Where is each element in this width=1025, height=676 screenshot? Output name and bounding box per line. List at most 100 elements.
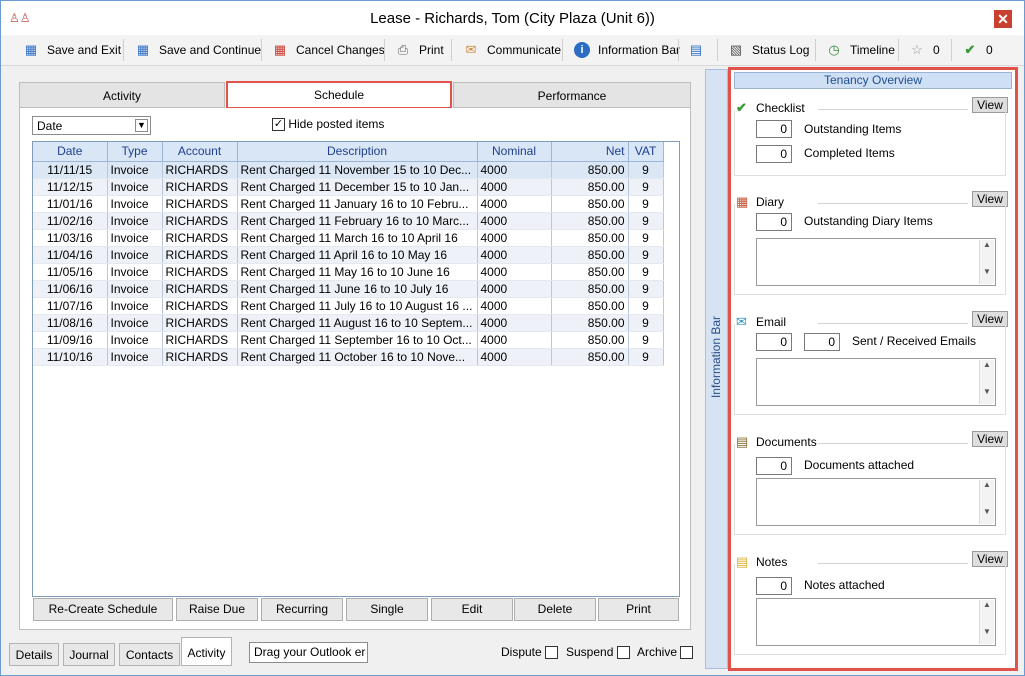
- checklist-frame: [734, 110, 1006, 176]
- table-cell: RICHARDS: [162, 195, 238, 213]
- dispute-checkbox[interactable]: [545, 646, 559, 660]
- window-title: Lease - Richards, Tom (City Plaza (Unit …: [370, 10, 655, 27]
- table-cell: 850.00: [551, 229, 629, 247]
- suspend-option[interactable]: Suspend: [566, 645, 630, 660]
- table-row[interactable]: 11/11/15 Invoice RICHARDS Rent Charged 11 N…: [33, 161, 664, 179]
- toolbar-separator: [261, 39, 262, 61]
- save-exit-button[interactable]: ▦ Save and Exit: [23, 35, 121, 65]
- table-row[interactable]: 11/03/16 Invoice RICHARDS Rent Charged 11 M…: [33, 229, 664, 247]
- tab-activity-bottom[interactable]: Activity: [181, 637, 232, 666]
- notes-frame: [734, 564, 1006, 655]
- tab-performance[interactable]: Performance: [453, 82, 691, 108]
- information-bar-vertical-label: Information Bar: [709, 315, 723, 399]
- tenancy-overview-panel: Tenancy Overview ✔ Checklist View 0 Outs…: [728, 67, 1018, 671]
- outlook-drop-field[interactable]: Drag your Outlook er: [249, 642, 368, 663]
- table-row[interactable]: 11/07/16 Invoice RICHARDS Rent Charged 11 J…: [33, 297, 664, 315]
- table-cell: 11/11/15: [33, 161, 108, 179]
- table-cell: RICHARDS: [162, 212, 238, 230]
- close-button[interactable]: ✕: [994, 10, 1012, 28]
- table-row[interactable]: 11/04/16 Invoice RICHARDS Rent Charged 11 A…: [33, 246, 664, 264]
- table-row[interactable]: 11/01/16 Invoice RICHARDS Rent Charged 11 J…: [33, 195, 664, 213]
- hide-posted-label: Hide posted items: [288, 117, 385, 131]
- table-cell: Rent Charged 11 September 16 to 10 Oct..…: [237, 331, 478, 349]
- tab-schedule[interactable]: Schedule: [226, 81, 452, 109]
- table-row[interactable]: 11/06/16 Invoice RICHARDS Rent Charged 11 J…: [33, 280, 664, 298]
- status-log-button[interactable]: ▧ Status Log: [728, 35, 810, 65]
- cancel-changes-button[interactable]: ▦ Cancel Changes: [272, 35, 385, 65]
- dispute-label: Dispute: [501, 645, 542, 659]
- single-button[interactable]: Single: [346, 598, 428, 621]
- archive-option[interactable]: Archive: [637, 645, 694, 660]
- email-section: ✉ Email View 0 0 Sent / Received Emails …: [734, 311, 1010, 415]
- table-cell: 11/01/16: [33, 195, 108, 213]
- tab-details[interactable]: Details: [9, 643, 59, 666]
- table-row[interactable]: 11/05/16 Invoice RICHARDS Rent Charged 11 M…: [33, 263, 664, 281]
- table-row[interactable]: 11/08/16 Invoice RICHARDS Rent Charged 11 A…: [33, 314, 664, 332]
- star-button[interactable]: ☆ 0: [909, 35, 940, 65]
- suspend-checkbox[interactable]: [616, 646, 630, 660]
- column-header[interactable]: Description: [237, 142, 478, 162]
- status-log-icon: ▧: [729, 42, 743, 57]
- check-count: 0: [986, 43, 993, 57]
- table-cell: 9: [628, 297, 664, 315]
- timeline-button[interactable]: ◷ Timeline: [826, 35, 895, 65]
- recurring-button[interactable]: Recurring: [261, 598, 343, 621]
- tab-contacts[interactable]: Contacts: [119, 643, 180, 666]
- table-cell: 9: [628, 212, 664, 230]
- recreate-schedule-button[interactable]: Re-Create Schedule: [33, 598, 173, 621]
- save-exit-label: Save and Exit: [47, 43, 122, 57]
- table-cell: 11/05/16: [33, 263, 108, 281]
- save-continue-button[interactable]: ▦ Save and Continue: [135, 35, 261, 65]
- info-document-button[interactable]: ▤: [688, 35, 712, 65]
- table-cell: 11/08/16: [33, 314, 108, 332]
- checkmark-icon: ✔: [964, 42, 976, 57]
- information-bar-toggle[interactable]: Information Bar: [705, 69, 728, 669]
- table-row[interactable]: 11/09/16 Invoice RICHARDS Rent Charged 11 S…: [33, 331, 664, 349]
- toolbar-separator: [678, 39, 679, 61]
- diary-frame: [734, 204, 1006, 295]
- print-button[interactable]: ⎙ Print: [395, 35, 444, 65]
- information-bar-button[interactable]: i Information Bar: [574, 35, 680, 65]
- table-cell: Invoice: [107, 314, 163, 332]
- table-cell: 4000: [477, 246, 552, 264]
- table-cell: 4000: [477, 297, 552, 315]
- table-cell: Rent Charged 11 December 15 to 10 Jan...: [237, 178, 478, 196]
- hide-posted-checkbox[interactable]: ✓: [272, 118, 285, 132]
- table-row[interactable]: 11/02/16 Invoice RICHARDS Rent Charged 11 F…: [33, 212, 664, 230]
- table-cell: RICHARDS: [162, 178, 238, 196]
- cancel-icon: ▦: [273, 42, 287, 57]
- table-cell: 11/04/16: [33, 246, 108, 264]
- sort-select-value: Date: [37, 119, 63, 133]
- column-header[interactable]: Account: [162, 142, 238, 162]
- save-icon: ▦: [24, 42, 38, 57]
- delete-button[interactable]: Delete: [514, 598, 596, 621]
- column-header[interactable]: Net: [551, 142, 629, 162]
- column-header[interactable]: Nominal: [477, 142, 552, 162]
- communicate-button[interactable]: ✉ Communicate: [463, 35, 561, 65]
- table-row[interactable]: 11/10/16 Invoice RICHARDS Rent Charged 11 O…: [33, 348, 664, 366]
- tab-journal[interactable]: Journal: [63, 643, 115, 666]
- status-log-label: Status Log: [752, 43, 810, 57]
- column-header[interactable]: Type: [107, 142, 163, 162]
- table-cell: 11/12/15: [33, 178, 108, 196]
- column-header[interactable]: VAT: [628, 142, 664, 162]
- column-header[interactable]: Date: [33, 142, 108, 162]
- hide-posted-option[interactable]: ✓ Hide posted items: [272, 117, 385, 132]
- check-button[interactable]: ✔ 0: [962, 35, 993, 65]
- edit-button[interactable]: Edit: [431, 598, 513, 621]
- raise-due-button[interactable]: Raise Due: [176, 598, 258, 621]
- schedule-grid: Date Type Account Description Nominal Net VAT …: [32, 141, 680, 597]
- table-cell: Invoice: [107, 229, 163, 247]
- table-cell: RICHARDS: [162, 297, 238, 315]
- table-row[interactable]: 11/12/15 Invoice RICHARDS Rent Charged 11 D…: [33, 178, 664, 196]
- archive-checkbox[interactable]: [680, 646, 694, 660]
- sort-select[interactable]: Date ▼: [32, 116, 151, 135]
- table-cell: 11/03/16: [33, 229, 108, 247]
- table-cell: RICHARDS: [162, 161, 238, 179]
- table-cell: Invoice: [107, 280, 163, 298]
- table-cell: RICHARDS: [162, 246, 238, 264]
- tab-activity[interactable]: Activity: [19, 82, 225, 108]
- table-cell: Rent Charged 11 August 16 to 10 Septem..…: [237, 314, 478, 332]
- print-schedule-button[interactable]: Print: [598, 598, 679, 621]
- dispute-option[interactable]: Dispute: [501, 645, 559, 660]
